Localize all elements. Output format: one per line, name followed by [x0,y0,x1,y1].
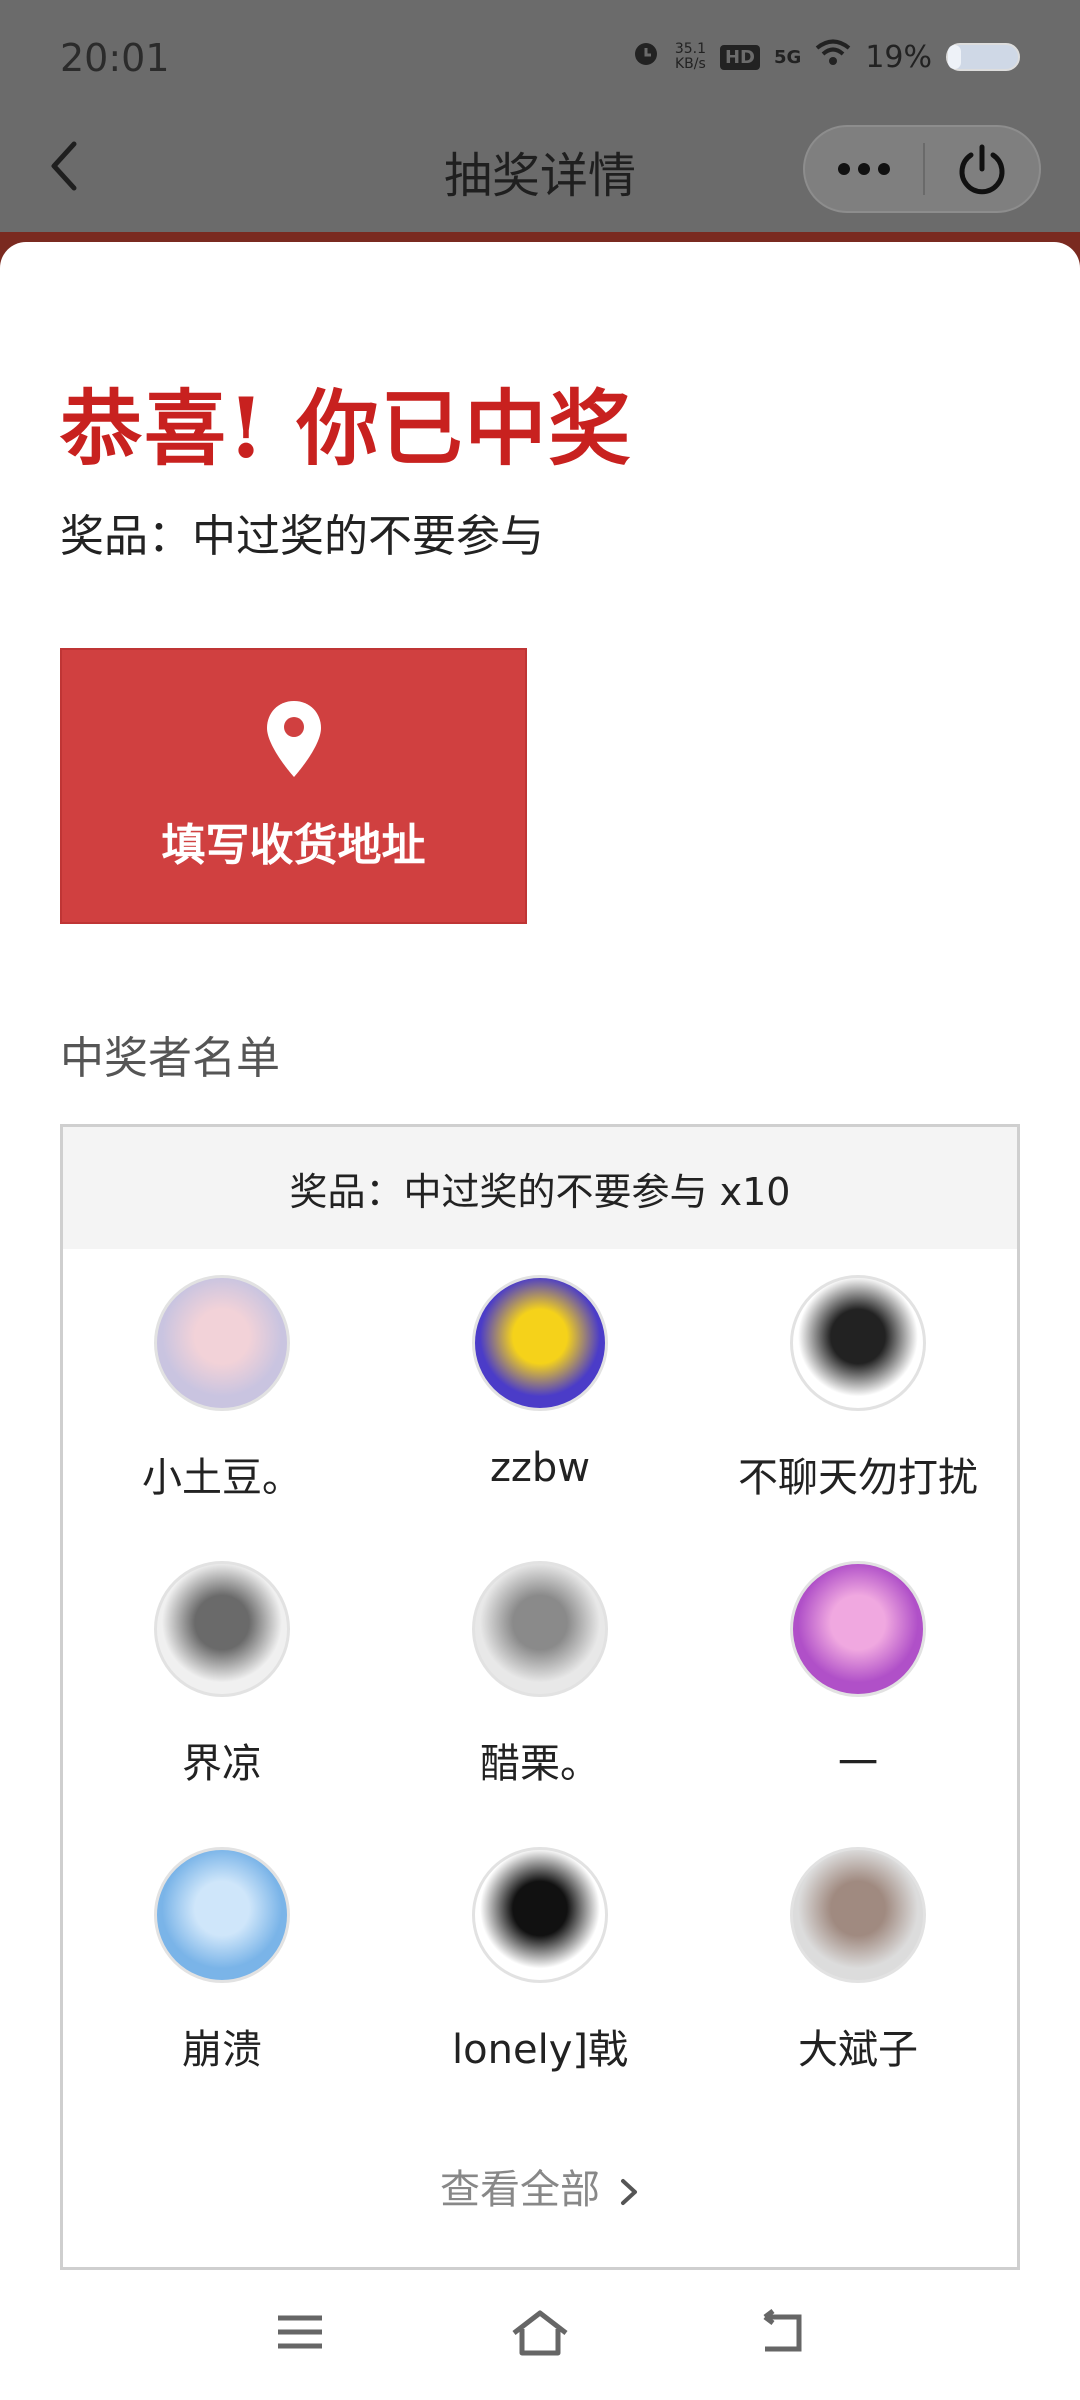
back-icon[interactable] [740,2292,820,2372]
winner-name: 大斌子 [798,2027,918,2073]
hd-icon: HD [719,44,760,70]
winner-item: 不聊天勿打扰 [699,1275,1017,1503]
winner-item: 小土豆。 [63,1275,381,1503]
winner-avatar [790,1847,926,1983]
more-button[interactable] [805,127,923,211]
winner-name: 醋栗。 [480,1741,600,1787]
winner-item: lonely]戟 [381,1847,699,2075]
winner-avatar [154,1561,290,1697]
winner-avatar [472,1561,608,1697]
nav-bar: 抽奖详情 [0,120,1080,232]
winner-avatar [790,1561,926,1697]
prize-name: 奖品：中过奖的不要参与 [60,511,544,562]
winner-name: 崩溃 [182,2027,262,2073]
mini-program-capsule [803,125,1041,213]
winner-name: zzbw [489,1445,591,1491]
more-dots-icon [838,163,890,175]
winner-avatar [472,1275,608,1411]
winner-item: zzbw [381,1275,699,1491]
winner-item: 崩溃 [63,1847,381,2075]
wifi-icon [815,39,851,75]
winner-item: 醋栗。 [381,1561,699,1789]
menu-icon[interactable] [260,2292,340,2372]
winner-item: 一 [699,1561,1017,1789]
winners-list: 奖品：中过奖的不要参与 x10 小土豆。 zzbw 不聊天勿打扰界凉 醋栗。 一崩溃 lo… [60,1124,1020,2270]
battery-fill [948,45,962,69]
winner-item: 界凉 [63,1561,381,1789]
winners-section-title: 中奖者名单 [60,1033,280,1084]
system-nav-bar [0,2270,1080,2400]
status-bar: 20:01 35.1 KB/s HD 5G 19% [0,0,1080,120]
winner-avatar [154,1275,290,1411]
net-speed-value: 35.1 [674,41,706,57]
net-speed-unit: KB/s [675,56,706,72]
winner-item: 大斌子 [699,1847,1017,2075]
alarm-icon [631,38,661,76]
signal-5g-icon: 5G [774,47,801,68]
winner-name: lonely]戟 [452,2027,628,2073]
winner-avatar [472,1847,608,1983]
chevron-right-icon [621,2179,637,2205]
win-headline: 恭喜! 你已中奖 [60,381,633,477]
view-all-link[interactable]: 查看全部 [63,2157,1017,2215]
net-speed: 35.1 KB/s [675,42,706,72]
signal-label: 5G [774,46,802,68]
status-time: 20:01 [60,36,170,80]
winner-avatar [790,1275,926,1411]
close-button[interactable] [925,127,1039,211]
winner-name: 小土豆。 [142,1455,302,1501]
power-icon [959,144,1005,195]
fill-address-button[interactable]: 填写收货地址 [60,648,527,924]
winner-name: 不聊天勿打扰 [738,1455,978,1501]
view-all-label: 查看全部 [440,2167,600,2213]
battery-percent: 19% [865,39,932,75]
winner-name: 一 [838,1741,878,1787]
home-icon[interactable] [500,2292,580,2372]
location-pin-icon [266,701,321,777]
winners-prize-header: 奖品：中过奖的不要参与 x10 [63,1127,1017,1249]
fill-address-label: 填写收货地址 [161,820,426,871]
winner-name: 界凉 [182,1741,262,1787]
winner-avatar [154,1847,290,1983]
status-icons: 35.1 KB/s HD 5G 19% [631,38,1020,76]
battery-icon [946,43,1020,71]
prize-sheet: 恭喜! 你已中奖 奖品：中过奖的不要参与 填写收货地址 中奖者名单 奖品：中过奖… [0,242,1080,2400]
